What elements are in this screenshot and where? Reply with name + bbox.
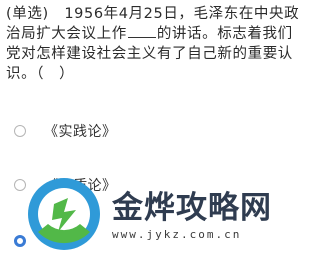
answer-blank (127, 36, 156, 38)
option-a-label: 《实践论》 (44, 124, 117, 140)
watermark-url: www.jykz.com.cn (112, 228, 242, 241)
question-text: (单选) 1956年4月25日，毛泽东在中央政治局扩大会议上作 的讲话。标志着我们… (6, 4, 302, 84)
radio-button-a[interactable] (14, 125, 26, 137)
option-a[interactable]: 《实践论》 (14, 120, 117, 142)
watermark-logo-icon (28, 178, 100, 250)
watermark-title: 金烨攻略网 (112, 190, 272, 226)
question-type-label: (单选) (6, 6, 49, 22)
site-watermark: 金烨攻略网 www.jykz.com.cn (0, 168, 308, 253)
